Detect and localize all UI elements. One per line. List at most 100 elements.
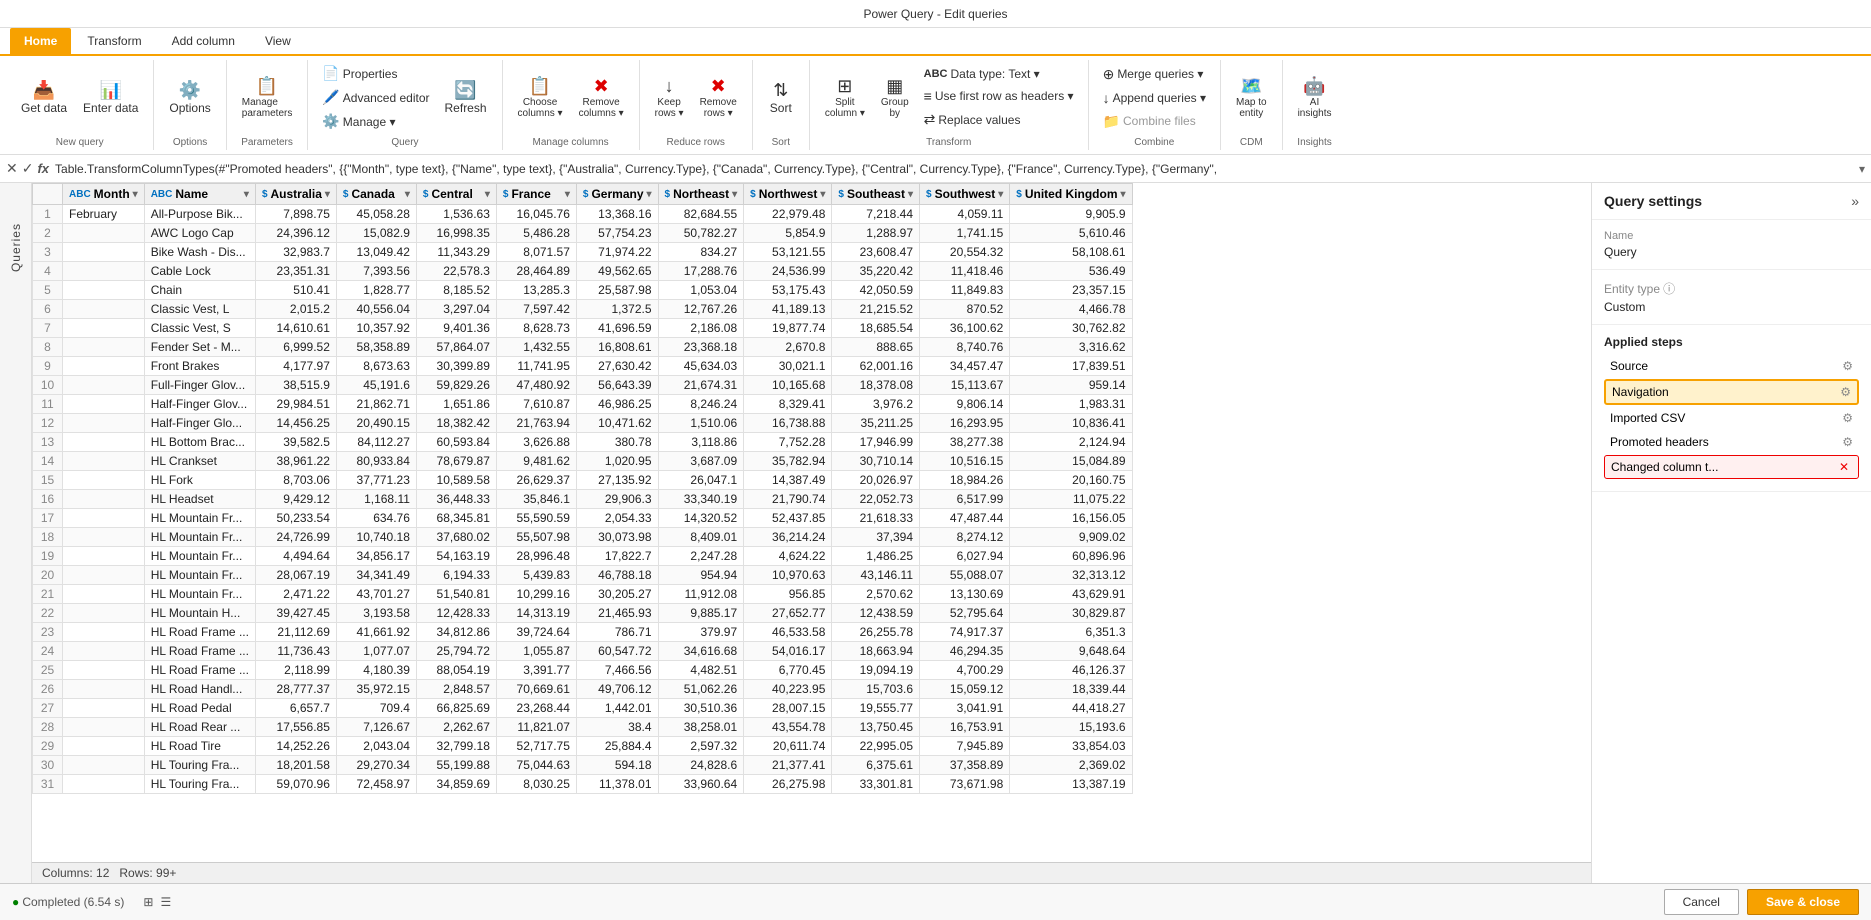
choose-columns-button[interactable]: 📋 Choosecolumns ▾ — [511, 73, 570, 123]
table-cell — [63, 509, 145, 528]
table-cell: 57,754.23 — [576, 224, 658, 243]
remove-columns-button[interactable]: ✖ Removecolumns ▾ — [572, 73, 631, 123]
table-cell: 7 — [33, 319, 63, 338]
formula-close-icon[interactable]: ✕ — [6, 160, 18, 177]
group-by-button[interactable]: ▦ Groupby — [874, 73, 916, 123]
formula-expand-icon[interactable]: ▾ — [1859, 162, 1865, 176]
col-header-canada[interactable]: $ Canada ▾ — [336, 184, 416, 205]
table-cell: 34,812.86 — [416, 623, 496, 642]
map-to-entity-button[interactable]: 🗺️ Map toentity — [1229, 73, 1274, 123]
table-cell: 23,608.47 — [832, 243, 920, 262]
options-button[interactable]: ⚙️ Options — [162, 77, 217, 119]
grid-view-icon[interactable]: ⊞ — [143, 895, 153, 909]
table-cell: 19 — [33, 547, 63, 566]
step-item[interactable]: Imported CSV⚙ — [1604, 407, 1859, 429]
col-header-australia[interactable]: $ Australia ▾ — [255, 184, 336, 205]
list-view-icon[interactable]: ☰ — [161, 895, 172, 909]
col-header-united-kingdom[interactable]: $ United Kingdom ▾ — [1010, 184, 1132, 205]
table-cell: 13,285.3 — [496, 281, 576, 300]
remove-rows-button[interactable]: ✖ Removerows ▾ — [693, 73, 744, 123]
status-indicator: ● — [12, 895, 19, 909]
refresh-button[interactable]: 🔄 Refresh — [438, 77, 494, 119]
settings-collapse-icon[interactable]: » — [1851, 193, 1859, 209]
merge-queries-button[interactable]: ⊕ Merge queries ▾ — [1097, 63, 1212, 86]
step-gear-icon[interactable]: ⚙ — [1842, 411, 1853, 425]
table-cell: 379.97 — [658, 623, 744, 642]
col-header-name[interactable]: ABC Name ▾ — [144, 184, 255, 205]
append-queries-button[interactable]: ↓ Append queries ▾ — [1097, 87, 1212, 109]
tab-add-column[interactable]: Add column — [158, 28, 249, 54]
tab-transform[interactable]: Transform — [73, 28, 155, 54]
table-cell: 27 — [33, 699, 63, 718]
step-gear-icon[interactable]: ⚙ — [1842, 359, 1853, 373]
table-cell: 21,465.93 — [576, 604, 658, 623]
col-header-southwest[interactable]: $ Southwest ▾ — [920, 184, 1010, 205]
table-cell: 43,554.78 — [744, 718, 832, 737]
col-header-central[interactable]: $ Central ▾ — [416, 184, 496, 205]
col-header-northwest[interactable]: $ Northwest ▾ — [744, 184, 832, 205]
table-cell: 6,770.45 — [744, 661, 832, 680]
col-header-germany[interactable]: $ Germany ▾ — [576, 184, 658, 205]
manage-parameters-label: Manageparameters — [242, 97, 293, 119]
table-cell: 1,168.11 — [336, 490, 416, 509]
enter-data-button[interactable]: 📊 Enter data — [76, 77, 145, 119]
replace-values-button[interactable]: ⇄ Replace values — [918, 108, 1080, 131]
manage-parameters-button[interactable]: 📋 Manageparameters — [235, 73, 300, 123]
table-cell: 11,912.08 — [658, 585, 744, 604]
step-gear-icon[interactable]: ⚙ — [1842, 435, 1853, 449]
table-cell: 3,118.86 — [658, 433, 744, 452]
save-close-button[interactable]: Save & close — [1747, 889, 1859, 915]
use-first-row-button[interactable]: ≡ Use first row as headers ▾ — [918, 85, 1080, 107]
title-bar: Power Query - Edit queries — [0, 0, 1871, 28]
formula-check-icon[interactable]: ✓ — [22, 160, 34, 177]
table-cell: 32,799.18 — [416, 737, 496, 756]
table-cell: 21 — [33, 585, 63, 604]
table-cell: 5,610.46 — [1010, 224, 1132, 243]
data-table-wrap[interactable]: ABC Month ▾ ABC Name ▾ — [32, 183, 1591, 862]
table-cell: 30,762.82 — [1010, 319, 1132, 338]
col-header-month[interactable]: ABC Month ▾ — [63, 184, 145, 205]
advanced-editor-button[interactable]: 🖊️ Advanced editor — [316, 86, 435, 109]
cancel-button[interactable]: Cancel — [1664, 889, 1739, 915]
append-queries-icon: ↓ — [1103, 90, 1110, 106]
table-cell: 11,849.83 — [920, 281, 1010, 300]
data-type-button[interactable]: ABC Data type: Text ▾ — [918, 64, 1080, 84]
table-cell: 4,059.11 — [920, 205, 1010, 224]
table-cell: 11 — [33, 395, 63, 414]
step-item[interactable]: Navigation⚙ — [1604, 379, 1859, 405]
step-name: Source — [1610, 359, 1648, 373]
step-item[interactable]: Changed column t...✕ — [1604, 455, 1859, 479]
col-header-southeast[interactable]: $ Southeast ▾ — [832, 184, 920, 205]
sort-button[interactable]: ⇅ Sort — [761, 77, 801, 119]
table-cell: 16,753.91 — [920, 718, 1010, 737]
cdm-group-label: CDM — [1240, 135, 1263, 148]
col-header-france[interactable]: $ France ▾ — [496, 184, 576, 205]
split-column-button[interactable]: ⊞ Splitcolumn ▾ — [818, 73, 872, 123]
step-item[interactable]: Source ⚙ — [1604, 355, 1859, 377]
get-data-button[interactable]: 📥 Get data — [14, 77, 74, 119]
table-cell: 2,262.67 — [416, 718, 496, 737]
table-cell: 49,706.12 — [576, 680, 658, 699]
table-cell: 68,345.81 — [416, 509, 496, 528]
properties-button[interactable]: 📄 Properties — [316, 62, 435, 85]
data-grid: ABC Month ▾ ABC Name ▾ — [32, 183, 1133, 794]
combine-files-button[interactable]: 📁 Combine files — [1097, 110, 1212, 133]
tab-home[interactable]: Home — [10, 28, 71, 54]
table-cell: 1,983.31 — [1010, 395, 1132, 414]
table-cell: 46,294.35 — [920, 642, 1010, 661]
ai-insights-button[interactable]: 🤖 AIinsights — [1291, 73, 1339, 123]
table-cell: 6,657.7 — [255, 699, 336, 718]
step-item[interactable]: Promoted headers⚙ — [1604, 431, 1859, 453]
table-cell: 20,026.97 — [832, 471, 920, 490]
table-cell: 23,357.15 — [1010, 281, 1132, 300]
queries-panel: Queries — [0, 183, 32, 883]
ribbon-group-transform: ⊞ Splitcolumn ▾ ▦ Groupby ABC Data type:… — [810, 60, 1089, 150]
table-cell: 3,976.2 — [832, 395, 920, 414]
step-gear-icon[interactable]: ⚙ — [1840, 385, 1851, 399]
name-value[interactable]: Query — [1604, 245, 1859, 259]
tab-view[interactable]: View — [251, 28, 305, 54]
col-header-northeast[interactable]: $ Northeast ▾ — [658, 184, 744, 205]
keep-rows-button[interactable]: ↓ Keeprows ▾ — [648, 73, 691, 123]
manage-button[interactable]: ⚙️ Manage ▾ — [316, 110, 435, 133]
step-delete-icon[interactable]: ✕ — [1839, 460, 1849, 474]
